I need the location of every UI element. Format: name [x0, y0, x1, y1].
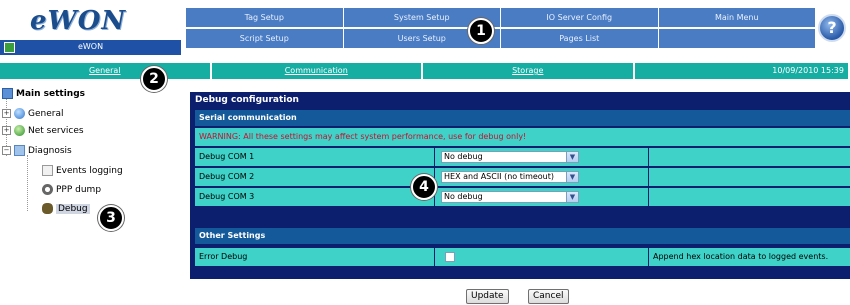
sub-navigation: General Communication Storage 10/09/2010… — [0, 63, 850, 79]
error-debug-checkbox[interactable] — [445, 252, 455, 262]
nav-pages-list[interactable]: Pages List — [501, 29, 659, 48]
tree-label: Main settings — [16, 89, 86, 99]
other-settings-header: Other Settings — [195, 228, 850, 244]
select-value: No debug — [444, 152, 483, 161]
nav-empty — [658, 29, 816, 48]
chevron-down-icon[interactable]: ▼ — [566, 192, 578, 202]
com-label: Debug COM 2 — [195, 168, 435, 186]
top-navigation: Tag Setup System Setup IO Server Config … — [186, 8, 816, 50]
callout-marker-3: 3 — [98, 205, 124, 231]
tree-item-general[interactable]: + General — [2, 107, 63, 121]
error-debug-description: Append hex location data to logged event… — [653, 252, 829, 261]
tree-label: Debug — [56, 204, 90, 214]
callout-marker-2: 2 — [141, 66, 167, 92]
ewon-logo: eWON — [30, 6, 127, 36]
network-icon — [14, 125, 25, 136]
tree-item-net-services[interactable]: + Net services — [2, 124, 84, 138]
callout-marker-1: 1 — [468, 18, 494, 44]
table-row: Error Debug Append hex location data to … — [195, 248, 850, 266]
error-debug-cell — [435, 248, 649, 266]
subnav-communication[interactable]: Communication — [212, 63, 423, 79]
table-row: Debug COM 1 No debug ▼ — [195, 148, 850, 166]
warning-text: WARNING: All these settings may affect s… — [199, 132, 527, 141]
tree-item-debug[interactable]: Debug — [42, 202, 90, 216]
nav-main-menu[interactable]: Main Menu — [658, 8, 816, 27]
bug-icon — [42, 203, 53, 214]
collapse-icon[interactable]: − — [2, 146, 11, 155]
tree-label: Net services — [28, 126, 84, 136]
globe-icon — [14, 108, 25, 119]
chevron-down-icon[interactable]: ▼ — [566, 152, 578, 162]
com-value-cell: No debug ▼ — [435, 188, 649, 206]
table-row: Debug COM 3 No debug ▼ — [195, 188, 850, 206]
cancel-button[interactable]: Cancel — [528, 289, 569, 304]
nav-io-server-config[interactable]: IO Server Config — [501, 8, 659, 27]
tree-label: Diagnosis — [28, 146, 72, 156]
debug-com3-select[interactable]: No debug ▼ — [441, 191, 579, 203]
expand-icon[interactable]: + — [2, 109, 11, 118]
topnav-row-1: Tag Setup System Setup IO Server Config … — [186, 8, 816, 27]
diagnosis-icon — [14, 145, 25, 156]
datetime-display: 10/09/2010 15:39 — [635, 63, 850, 79]
subnav-storage[interactable]: Storage — [423, 63, 635, 79]
tree-label: General — [28, 109, 64, 119]
nav-script-setup[interactable]: Script Setup — [186, 29, 344, 48]
dump-icon — [42, 184, 53, 195]
nav-tag-setup[interactable]: Tag Setup — [186, 8, 344, 27]
update-button[interactable]: Update — [466, 289, 509, 304]
debug-com1-select[interactable]: No debug ▼ — [441, 151, 579, 163]
topnav-row-2: Script Setup Users Setup Pages List — [186, 29, 816, 48]
chevron-down-icon[interactable]: ▼ — [566, 172, 578, 182]
com-value-cell: No debug ▼ — [435, 148, 649, 166]
debug-configuration-panel: Debug configuration Serial communication… — [190, 92, 850, 279]
com-label: Debug COM 3 — [195, 188, 435, 206]
panel-title: Debug configuration — [195, 95, 299, 105]
serial-communication-header: Serial communication — [195, 110, 850, 126]
table-row: Debug COM 2 HEX and ASCII (no timeout) ▼ — [195, 168, 850, 186]
tree-item-main-settings[interactable]: Main settings — [2, 87, 85, 101]
log-icon — [42, 165, 53, 176]
help-icon[interactable]: ? — [818, 14, 846, 42]
error-debug-label: Error Debug — [195, 248, 435, 266]
expand-icon[interactable]: + — [2, 126, 11, 135]
tree-item-events-logging[interactable]: Events logging — [42, 164, 123, 178]
debug-com2-select[interactable]: HEX and ASCII (no timeout) ▼ — [441, 171, 579, 183]
tree-connector — [27, 155, 28, 211]
select-value: HEX and ASCII (no timeout) — [444, 172, 555, 181]
tree-label: Events logging — [56, 166, 123, 176]
select-value: No debug — [444, 192, 483, 201]
tree-label: PPP dump — [56, 185, 102, 195]
warning-row: WARNING: All these settings may affect s… — [195, 128, 850, 146]
site-name: eWON — [77, 42, 104, 51]
tree-item-diagnosis[interactable]: − Diagnosis — [2, 144, 72, 158]
callout-marker-4: 4 — [411, 174, 437, 200]
settings-folder-icon — [2, 88, 13, 99]
subnav-general[interactable]: General — [0, 63, 212, 79]
com-label: Debug COM 1 — [195, 148, 435, 166]
logo-area: eWON eWON — [0, 0, 181, 55]
site-bar[interactable]: eWON — [0, 40, 181, 55]
com-value-cell: HEX and ASCII (no timeout) ▼ — [435, 168, 649, 186]
tree-item-ppp-dump[interactable]: PPP dump — [42, 183, 101, 197]
